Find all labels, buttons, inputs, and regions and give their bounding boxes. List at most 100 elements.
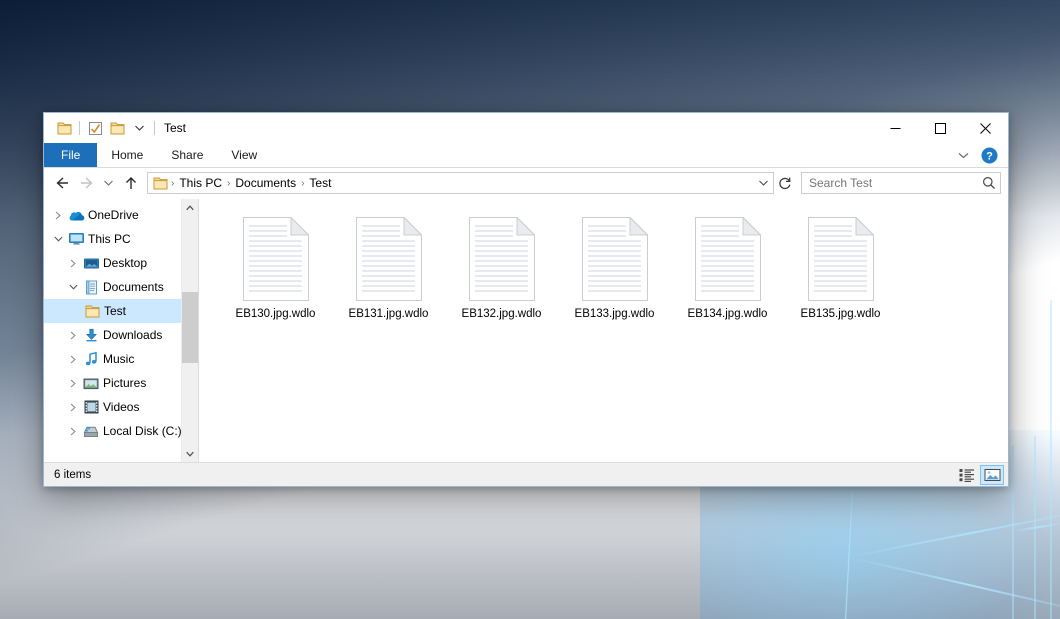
breadcrumb-item-test[interactable]: Test [305, 176, 335, 190]
forward-button[interactable] [74, 171, 99, 195]
window-controls [873, 113, 1008, 143]
sidebar-item-label: Local Disk (C:) [101, 424, 181, 438]
scroll-up-icon[interactable] [182, 199, 198, 216]
generic-document-icon [580, 215, 650, 303]
sidebar-item-label: Downloads [101, 328, 162, 342]
file-item[interactable]: EB131.jpg.wdlo [332, 213, 445, 331]
ribbon-tab-strip: File Home Share View ? [44, 143, 1008, 168]
back-button[interactable] [49, 171, 74, 195]
properties-icon[interactable] [84, 117, 106, 139]
file-item[interactable]: EB133.jpg.wdlo [558, 213, 671, 331]
sidebar-item-test[interactable]: Test [44, 299, 181, 323]
file-name: EB132.jpg.wdlo [462, 308, 542, 320]
file-explorer-window: Test File Home Share View [43, 112, 1009, 487]
navigation-pane: OneDrive This PC [44, 199, 199, 462]
sidebar-item-label: This PC [86, 232, 131, 246]
file-item[interactable]: EB130.jpg.wdlo [219, 213, 332, 331]
wallpaper-beam [845, 490, 854, 619]
folder-icon [82, 305, 102, 318]
chevron-down-icon[interactable] [128, 117, 150, 139]
computer-icon [66, 232, 86, 246]
sidebar-item-downloads[interactable]: Downloads [44, 323, 181, 347]
chevron-right-icon[interactable] [65, 331, 81, 340]
scrollbar-track[interactable] [182, 216, 198, 445]
scrollbar-thumb[interactable] [182, 292, 198, 363]
search-input[interactable]: Search Test [809, 176, 982, 190]
file-name: EB130.jpg.wdlo [236, 308, 316, 320]
navigation-pane-scrollbar[interactable] [181, 199, 198, 462]
sidebar-item-onedrive[interactable]: OneDrive [44, 203, 181, 227]
close-button[interactable] [963, 113, 1008, 143]
wallpaper-beam [1034, 436, 1036, 619]
sidebar-item-music[interactable]: Music [44, 347, 181, 371]
new-folder-icon[interactable] [106, 117, 128, 139]
details-view-button[interactable] [955, 465, 979, 485]
sidebar-item-label: Music [101, 352, 134, 366]
downloads-icon [81, 328, 101, 342]
file-item[interactable]: EB132.jpg.wdlo [445, 213, 558, 331]
generic-document-icon [693, 215, 763, 303]
breadcrumb-item-this-pc[interactable]: This PC [175, 176, 226, 190]
previous-locations-chevron-down-icon[interactable] [754, 173, 772, 193]
recent-locations-icon[interactable] [99, 171, 118, 195]
sidebar-item-label: Documents [101, 280, 164, 294]
large-icons-view-button[interactable] [980, 465, 1004, 485]
chevron-right-icon[interactable] [65, 403, 81, 412]
sidebar-item-documents[interactable]: Documents [44, 275, 181, 299]
ribbon-spacer [271, 143, 950, 167]
toolbar-separator [154, 121, 155, 135]
refresh-button[interactable] [774, 172, 796, 194]
status-bar: 6 items [44, 462, 1008, 486]
sidebar-item-desktop[interactable]: Desktop [44, 251, 181, 275]
chevron-right-icon[interactable] [65, 355, 81, 364]
svg-text:?: ? [986, 150, 993, 162]
folder-icon[interactable] [53, 117, 75, 139]
chevron-right-icon[interactable] [65, 379, 81, 388]
sidebar-item-local-disk-c[interactable]: Local Disk (C:) [44, 419, 181, 443]
pictures-icon [81, 377, 101, 390]
documents-icon [81, 280, 101, 295]
toolbar-separator [79, 121, 80, 135]
chevron-down-icon[interactable] [65, 284, 81, 290]
address-bar-row: › This PC › Documents › Test [44, 168, 1008, 198]
scroll-down-icon[interactable] [182, 445, 198, 462]
tab-home[interactable]: Home [97, 143, 157, 167]
expand-ribbon-icon[interactable] [950, 143, 976, 167]
file-list-view[interactable]: EB130.jpg.wdlo [199, 199, 1008, 462]
breadcrumb[interactable]: › This PC › Documents › Test [147, 172, 774, 194]
sidebar-item-label: Desktop [101, 256, 147, 270]
onedrive-icon [66, 209, 86, 222]
navigation-tree: OneDrive This PC [44, 199, 181, 462]
up-button[interactable] [118, 171, 143, 195]
search-icon[interactable] [982, 176, 996, 190]
breadcrumb-item-documents[interactable]: Documents [231, 176, 300, 190]
maximize-button[interactable] [918, 113, 963, 143]
chevron-down-icon[interactable] [50, 236, 66, 242]
sidebar-item-this-pc[interactable]: This PC [44, 227, 181, 251]
file-name: EB131.jpg.wdlo [349, 308, 429, 320]
wallpaper-beam [1014, 522, 1060, 532]
help-icon[interactable]: ? [976, 143, 1002, 167]
chevron-right-icon[interactable] [65, 427, 81, 436]
window-body: OneDrive This PC [44, 198, 1008, 462]
search-box[interactable]: Search Test [801, 172, 1001, 194]
file-item[interactable]: EB135.jpg.wdlo [784, 213, 897, 331]
sidebar-item-videos[interactable]: Videos [44, 395, 181, 419]
drive-icon [81, 425, 101, 438]
breadcrumb-folder-icon[interactable] [153, 177, 168, 190]
sidebar-item-pictures[interactable]: Pictures [44, 371, 181, 395]
file-item[interactable]: EB134.jpg.wdlo [671, 213, 784, 331]
item-count-label: 6 items [54, 469, 91, 481]
minimize-button[interactable] [873, 113, 918, 143]
music-icon [81, 352, 101, 367]
desktop-wallpaper: Test File Home Share View [0, 0, 1060, 619]
window-title: Test [164, 121, 186, 135]
chevron-right-icon[interactable] [50, 211, 66, 220]
chevron-right-icon[interactable] [65, 259, 81, 268]
generic-document-icon [467, 215, 537, 303]
tab-view[interactable]: View [217, 143, 271, 167]
tab-file[interactable]: File [44, 143, 97, 167]
desktop-icon [81, 257, 101, 270]
tab-share[interactable]: Share [157, 143, 217, 167]
quick-access-toolbar: Test [44, 117, 186, 139]
